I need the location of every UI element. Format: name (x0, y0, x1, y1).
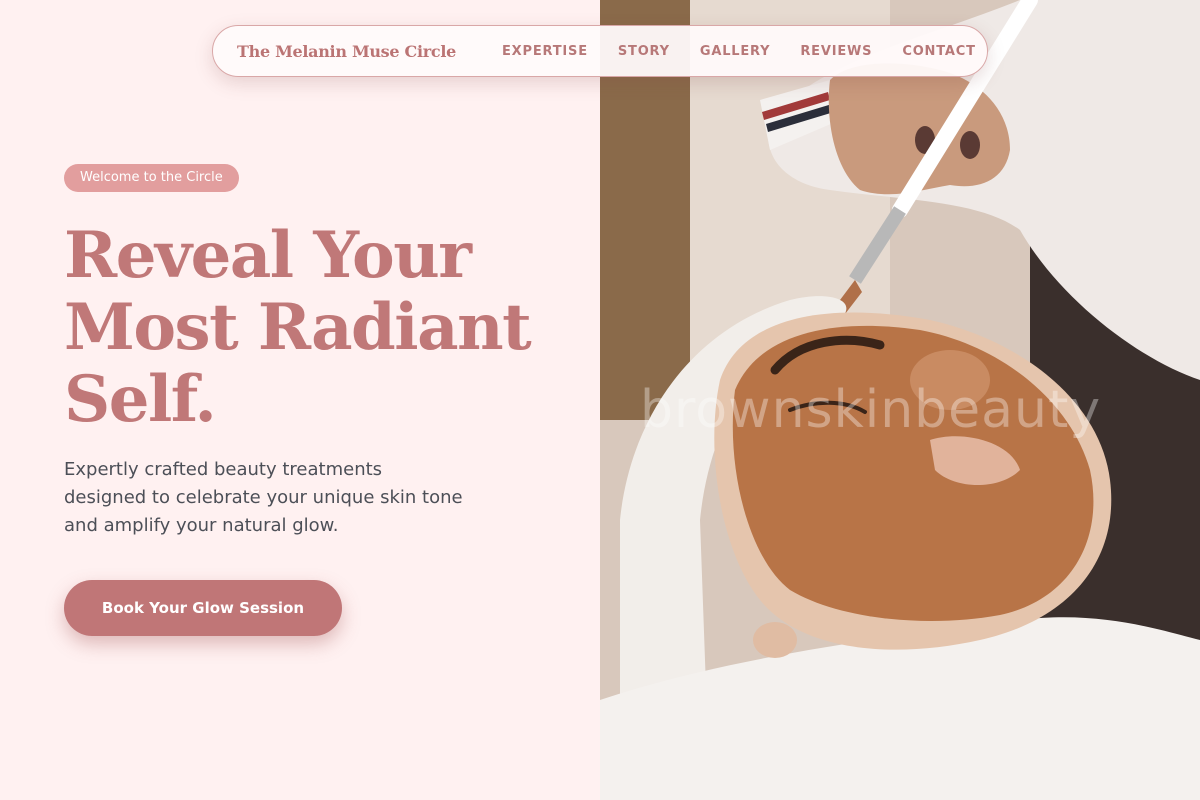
description-line: Expertly crafted beauty treatments (64, 459, 383, 480)
hero-photo: brownskinbeauty (600, 0, 1200, 800)
nav-link-expertise[interactable]: EXPERTISE (502, 44, 588, 59)
main-nav: The Melanin Muse Circle EXPERTISE STORY … (212, 25, 988, 77)
nav-links: EXPERTISE STORY GALLERY REVIEWS CONTACT (502, 44, 976, 59)
headline-line: Most Radiant (64, 290, 532, 365)
nav-link-reviews[interactable]: REVIEWS (800, 44, 872, 59)
brand-logo[interactable]: The Melanin Muse Circle (237, 42, 456, 61)
hero-panel: Welcome to the Circle Reveal Your Most R… (0, 0, 600, 800)
hero-headline: Reveal Your Most Radiant Self. (64, 220, 584, 436)
description-line: and amplify your natural glow. (64, 515, 339, 536)
welcome-badge: Welcome to the Circle (64, 164, 239, 192)
nav-link-gallery[interactable]: GALLERY (700, 44, 771, 59)
page: Welcome to the Circle Reveal Your Most R… (0, 0, 1200, 800)
headline-line: Self. (64, 362, 217, 437)
description-line: designed to celebrate your unique skin t… (64, 487, 463, 508)
hero-description: Expertly crafted beauty treatments desig… (64, 456, 534, 540)
photo-watermark: brownskinbeauty (640, 380, 1102, 440)
headline-line: Reveal Your (64, 218, 472, 293)
book-session-button[interactable]: Book Your Glow Session (64, 580, 342, 636)
nav-link-contact[interactable]: CONTACT (902, 44, 975, 59)
nav-link-story[interactable]: STORY (618, 44, 670, 59)
